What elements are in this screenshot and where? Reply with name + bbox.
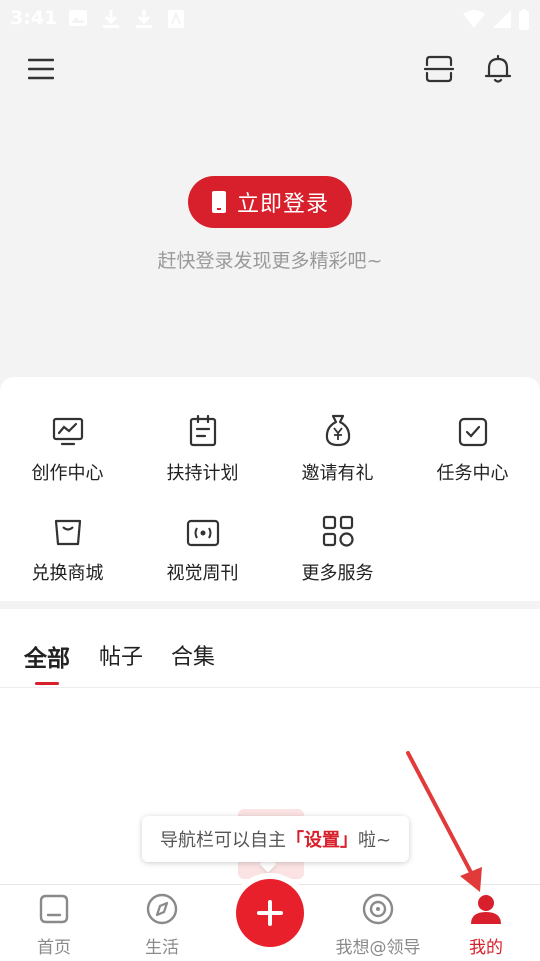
- money-bag-icon: [325, 414, 350, 447]
- tooltip-text-end: 啦~: [357, 830, 392, 851]
- login-hint: 赶快登录发现更多精彩吧~: [157, 250, 383, 272]
- tabs-divider: [0, 687, 540, 688]
- target-icon: [362, 893, 394, 925]
- nav-home[interactable]: 首页: [0, 893, 108, 958]
- service-label: 兑换商城: [31, 563, 104, 584]
- nav-label: 生活: [145, 938, 179, 958]
- tab-collections[interactable]: 合集: [171, 639, 215, 671]
- broadcast-icon: [186, 519, 219, 547]
- download-icon-2: [136, 10, 152, 28]
- create-post-button[interactable]: [236, 879, 304, 947]
- nav-settings-tooltip: 导航栏可以自主 「设置」 啦~: [142, 816, 409, 862]
- active-tab-indicator: [35, 682, 59, 685]
- service-support-plan[interactable]: 扶持计划: [135, 407, 270, 487]
- service-label: 创作中心: [31, 463, 104, 484]
- signal-icon: [493, 10, 511, 28]
- services-panel: 创作中心 扶持计划 邀请有礼 任务中心 兑换商城 视觉周刊 更多服务: [0, 377, 540, 601]
- image-notification-icon: [69, 10, 87, 26]
- nav-label: 我想@领导: [335, 938, 421, 958]
- app-notification-icon: [168, 10, 184, 28]
- menu-icon[interactable]: [24, 52, 58, 86]
- service-visual-weekly[interactable]: 视觉周刊: [135, 507, 270, 587]
- login-button[interactable]: 立即登录: [188, 176, 352, 228]
- grid-apps-icon: [322, 515, 354, 547]
- clipboard-icon: [189, 415, 216, 447]
- service-label: 任务中心: [436, 463, 509, 484]
- service-exchange-mall[interactable]: 兑换商城: [0, 507, 135, 587]
- service-label: 更多服务: [301, 563, 374, 584]
- compass-icon: [146, 893, 178, 925]
- login-button-label: 立即登录: [236, 192, 329, 217]
- home-icon: [39, 894, 69, 924]
- battery-icon: [519, 9, 529, 30]
- service-label: 邀请有礼: [301, 463, 374, 484]
- chart-monitor-icon: [52, 417, 83, 446]
- tab-posts[interactable]: 帖子: [99, 639, 143, 671]
- tooltip-highlight[interactable]: 「设置」: [286, 826, 358, 852]
- nav-label: 首页: [37, 938, 71, 958]
- plus-icon: [257, 900, 283, 926]
- nav-label: 我的: [469, 938, 503, 958]
- bell-icon[interactable]: [479, 50, 517, 88]
- scan-icon[interactable]: [420, 50, 458, 88]
- service-label: 扶持计划: [166, 463, 239, 484]
- service-invite-gift[interactable]: 邀请有礼: [270, 407, 405, 487]
- wifi-icon: [463, 10, 485, 28]
- service-more[interactable]: 更多服务: [270, 507, 405, 587]
- check-box-icon: [458, 417, 487, 447]
- top-bar: [0, 36, 540, 102]
- service-creation-center[interactable]: 创作中心: [0, 407, 135, 487]
- nav-life[interactable]: 生活: [108, 893, 216, 958]
- status-bar: 3:41: [0, 0, 540, 36]
- service-label: 视觉周刊: [166, 563, 239, 584]
- tooltip-text: 导航栏可以自主: [159, 830, 286, 851]
- download-icon: [103, 10, 119, 28]
- tab-all[interactable]: 全部: [24, 639, 70, 673]
- user-icon: [471, 895, 501, 924]
- status-time: 3:41: [10, 7, 58, 29]
- phone-icon: [211, 191, 226, 213]
- nav-mine[interactable]: 我的: [432, 893, 540, 958]
- shopping-bag-icon: [54, 519, 81, 546]
- nav-ask-leader[interactable]: 我想@领导: [324, 893, 432, 958]
- service-task-center[interactable]: 任务中心: [405, 407, 540, 487]
